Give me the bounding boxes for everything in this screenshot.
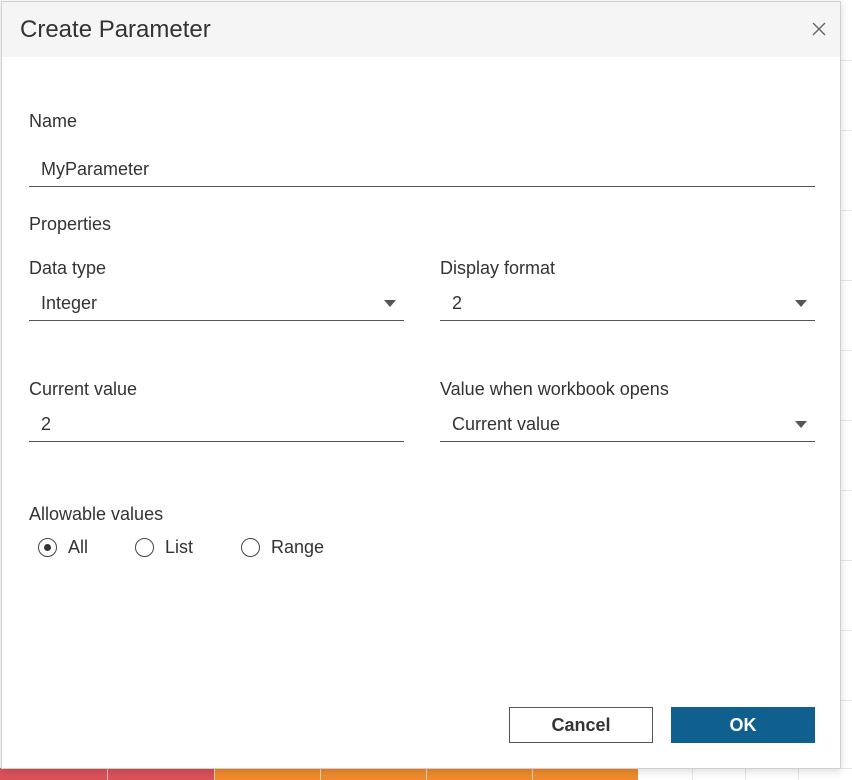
radio-all-label: All bbox=[68, 537, 89, 557]
chevron-down-icon bbox=[795, 300, 807, 307]
grid-line bbox=[692, 768, 693, 780]
bar-separator bbox=[532, 768, 533, 780]
grid-line bbox=[840, 490, 852, 491]
close-button[interactable] bbox=[808, 18, 830, 40]
grid-line bbox=[840, 130, 852, 131]
radio-range[interactable]: Range bbox=[241, 536, 341, 562]
name-input[interactable]: MyParameter bbox=[29, 153, 815, 187]
display-format-dropdown[interactable]: 2 bbox=[440, 287, 815, 321]
chevron-down-icon bbox=[384, 300, 396, 307]
cancel-button[interactable]: Cancel bbox=[509, 707, 653, 743]
radio-circle bbox=[241, 538, 260, 557]
grid-line bbox=[745, 768, 746, 780]
value-when-opens-value: Current value bbox=[452, 414, 561, 434]
grid-line bbox=[840, 630, 852, 631]
radio-list[interactable]: List bbox=[135, 536, 215, 562]
grid-line bbox=[840, 560, 852, 561]
dialog-title: Create Parameter bbox=[20, 16, 211, 43]
data-type-value: Integer bbox=[41, 293, 98, 313]
value-when-opens-dropdown[interactable]: Current value bbox=[440, 408, 815, 442]
data-type-dropdown[interactable]: Integer bbox=[29, 287, 404, 321]
current-value-input[interactable]: 2 bbox=[29, 408, 404, 442]
display-format-value: 2 bbox=[452, 293, 463, 313]
radio-circle-selected bbox=[38, 538, 57, 557]
current-value-input-value: 2 bbox=[41, 414, 52, 434]
bar-separator bbox=[320, 768, 321, 780]
grid-line bbox=[798, 768, 799, 780]
grid-line bbox=[840, 350, 852, 351]
bar-separator bbox=[107, 768, 108, 780]
dialog-titlebar: Create Parameter bbox=[2, 2, 840, 57]
properties-heading: Properties bbox=[29, 214, 112, 234]
grid-line bbox=[840, 280, 852, 281]
radio-list-label: List bbox=[165, 537, 194, 557]
current-value-label: Current value bbox=[29, 379, 138, 399]
value-when-opens-label: Value when workbook opens bbox=[440, 379, 669, 399]
radio-all[interactable]: All bbox=[38, 536, 108, 562]
grid-line bbox=[840, 210, 852, 211]
display-format-label: Display format bbox=[440, 258, 556, 278]
name-input-value: MyParameter bbox=[41, 159, 150, 179]
data-type-label: Data type bbox=[29, 258, 107, 278]
radio-range-label: Range bbox=[271, 537, 325, 557]
grid-line bbox=[840, 700, 852, 701]
chevron-down-icon bbox=[795, 421, 807, 428]
create-parameter-dialog: Create Parameter Name MyParameter Proper… bbox=[1, 1, 841, 769]
grid-line bbox=[840, 60, 852, 61]
close-icon bbox=[812, 22, 826, 36]
name-label: Name bbox=[29, 111, 78, 131]
bar-separator bbox=[214, 768, 215, 780]
allowable-values-label: Allowable values bbox=[29, 504, 164, 524]
radio-dot bbox=[43, 543, 51, 551]
radio-circle bbox=[135, 538, 154, 557]
ok-button[interactable]: OK bbox=[671, 707, 815, 743]
grid-line bbox=[840, 420, 852, 421]
bar-separator bbox=[426, 768, 427, 780]
